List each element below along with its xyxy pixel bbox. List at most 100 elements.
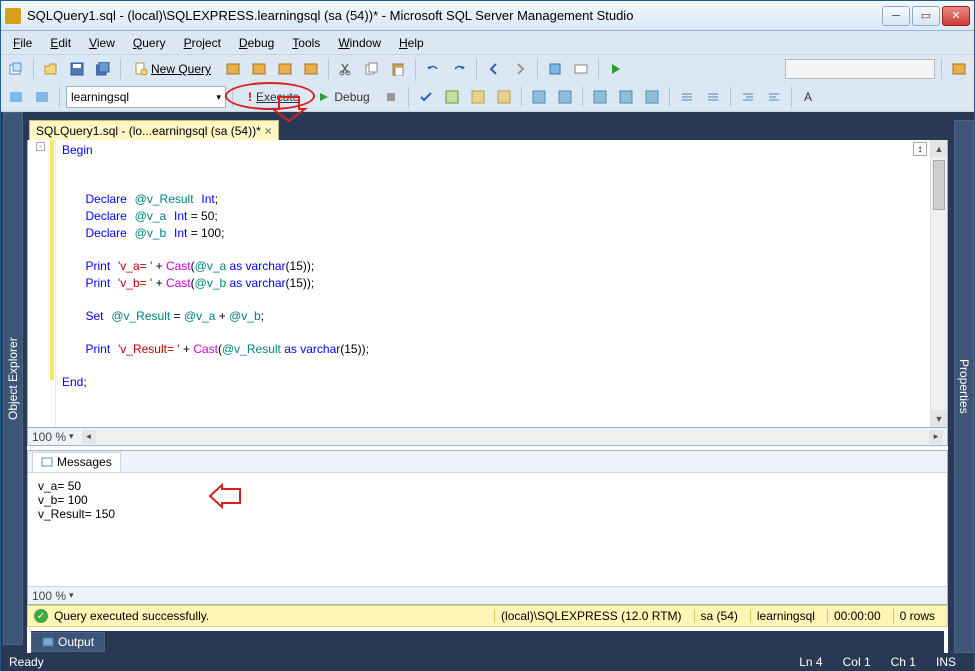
mdx-query-button[interactable]	[274, 58, 296, 80]
nav-fwd-button[interactable]	[509, 58, 531, 80]
debug-button[interactable]: Debug	[312, 86, 375, 108]
messages-zoom-value[interactable]: 100 %	[32, 589, 66, 603]
database-combo[interactable]: learningsql ▾	[66, 86, 226, 108]
maximize-button[interactable]: ▭	[912, 6, 940, 26]
uncomment-button[interactable]	[702, 86, 724, 108]
sidebar-right[interactable]: Properties	[952, 112, 974, 653]
menu-bar: File Edit View Query Project Debug Tools…	[1, 31, 974, 55]
menu-file[interactable]: File	[5, 34, 40, 52]
save-button[interactable]	[66, 58, 88, 80]
messages-tab[interactable]: Messages	[32, 452, 121, 472]
disconnect-button[interactable]	[31, 86, 53, 108]
execute-button[interactable]: ! Execute	[239, 86, 308, 108]
menu-help[interactable]: Help	[391, 34, 432, 52]
undo-button[interactable]	[422, 58, 444, 80]
status-time: 00:00:00	[827, 609, 887, 623]
zoom-dropdown-icon[interactable]: ▾	[69, 431, 74, 442]
cut-button[interactable]	[335, 58, 357, 80]
comment-button[interactable]	[676, 86, 698, 108]
status-user: sa (54)	[694, 609, 744, 623]
document-tabs: SQLQuery1.sql - (lo...earningsql (sa (54…	[27, 118, 948, 140]
menu-query[interactable]: Query	[125, 34, 174, 52]
status-line: Ln 4	[789, 655, 832, 669]
toolbars: New Query learningsql ▾	[1, 55, 974, 112]
menu-project[interactable]: Project	[176, 34, 229, 52]
specify-template-button[interactable]: A	[798, 86, 820, 108]
tab-close-icon[interactable]: ×	[265, 124, 272, 138]
sidebar-left[interactable]: Object Explorer	[1, 112, 23, 653]
menu-debug[interactable]: Debug	[231, 34, 282, 52]
results-text-button[interactable]	[615, 86, 637, 108]
solution-combo[interactable]	[785, 59, 935, 79]
debug-icon	[318, 91, 330, 103]
results-grid-button[interactable]	[589, 86, 611, 108]
output-icon	[42, 636, 54, 648]
status-db: learningsql	[750, 609, 821, 623]
copy-button[interactable]	[361, 58, 383, 80]
database-combo-value: learningsql	[71, 90, 129, 104]
open-file-button[interactable]	[40, 58, 62, 80]
new-query-button[interactable]: New Query	[127, 58, 218, 80]
status-server: (local)\SQLEXPRESS (12.0 RTM)	[494, 609, 688, 623]
xmla-query-button[interactable]	[300, 58, 322, 80]
estimated-plan-button[interactable]	[441, 86, 463, 108]
properties-tab[interactable]: Properties	[954, 120, 974, 653]
document-tab[interactable]: SQLQuery1.sql - (lo...earningsql (sa (54…	[29, 120, 279, 140]
indent-button[interactable]	[737, 86, 759, 108]
code-zoom-value[interactable]: 100 %	[32, 430, 66, 444]
results-file-button[interactable]	[641, 86, 663, 108]
messages-panel: Messages v_a= 50 v_b= 100 v_Result= 150 …	[27, 450, 948, 605]
analysis-query-button[interactable]	[248, 58, 270, 80]
svg-text:A: A	[804, 90, 812, 104]
actual-plan-button[interactable]	[528, 86, 550, 108]
nav-back-button[interactable]	[483, 58, 505, 80]
db-engine-query-button[interactable]	[222, 58, 244, 80]
menu-window[interactable]: Window	[330, 34, 389, 52]
new-query-icon	[134, 62, 148, 76]
paste-button[interactable]	[387, 58, 409, 80]
code-text[interactable]: Begin Declare @v_Result Int; Declare @v_…	[56, 140, 930, 427]
client-stats-button[interactable]	[554, 86, 576, 108]
split-icon[interactable]: ↕	[913, 142, 927, 156]
success-icon: ✓	[34, 609, 48, 623]
zoom-dropdown-icon[interactable]: ▾	[69, 590, 74, 601]
minimize-button[interactable]: ─	[882, 6, 910, 26]
outdent-button[interactable]	[763, 86, 785, 108]
menu-tools[interactable]: Tools	[284, 34, 328, 52]
stop-button[interactable]	[380, 86, 402, 108]
change-connection-button[interactable]	[5, 86, 27, 108]
query-options-button[interactable]	[467, 86, 489, 108]
intellisense-button[interactable]	[493, 86, 515, 108]
activity-button[interactable]	[544, 58, 566, 80]
bottom-status-bar: Ready Ln 4 Col 1 Ch 1 INS	[1, 653, 974, 671]
menu-edit[interactable]: Edit	[42, 34, 79, 52]
query-status-bar: ✓ Query executed successfully. (local)\S…	[27, 605, 948, 627]
messages-icon	[41, 456, 53, 468]
debug-label: Debug	[334, 90, 369, 104]
redo-button[interactable]	[448, 58, 470, 80]
start-button[interactable]	[605, 58, 627, 80]
status-rows: 0 rows	[893, 609, 941, 623]
find-button[interactable]	[570, 58, 592, 80]
solution-explorer-button[interactable]	[948, 58, 970, 80]
status-ins: INS	[926, 655, 966, 669]
collapse-icon[interactable]: -	[36, 142, 45, 151]
document-tab-label: SQLQuery1.sql - (lo...earningsql (sa (54…	[36, 124, 261, 138]
close-button[interactable]: ✕	[942, 6, 970, 26]
object-explorer-tab[interactable]: Object Explorer	[3, 112, 23, 645]
new-project-button[interactable]	[5, 58, 27, 80]
app-icon	[5, 8, 21, 24]
save-all-button[interactable]	[92, 58, 114, 80]
title-bar: SQLQuery1.sql - (local)\SQLEXPRESS.learn…	[1, 1, 974, 31]
output-label: Output	[58, 635, 94, 649]
status-ch: Ch 1	[881, 655, 926, 669]
code-scrollbar-h[interactable]: ◂▸	[82, 430, 943, 444]
messages-body[interactable]: v_a= 50 v_b= 100 v_Result= 150	[28, 473, 947, 586]
status-col: Col 1	[833, 655, 881, 669]
output-tab[interactable]: Output	[31, 632, 105, 652]
parse-button[interactable]	[415, 86, 437, 108]
code-zoom-bar: 100 % ▾ ◂▸	[27, 428, 948, 446]
menu-view[interactable]: View	[81, 34, 123, 52]
code-editor[interactable]: - Begin Declare @v_Result Int; Declare @…	[27, 140, 948, 428]
code-scrollbar-v[interactable]: ▲ ▼	[930, 140, 947, 427]
